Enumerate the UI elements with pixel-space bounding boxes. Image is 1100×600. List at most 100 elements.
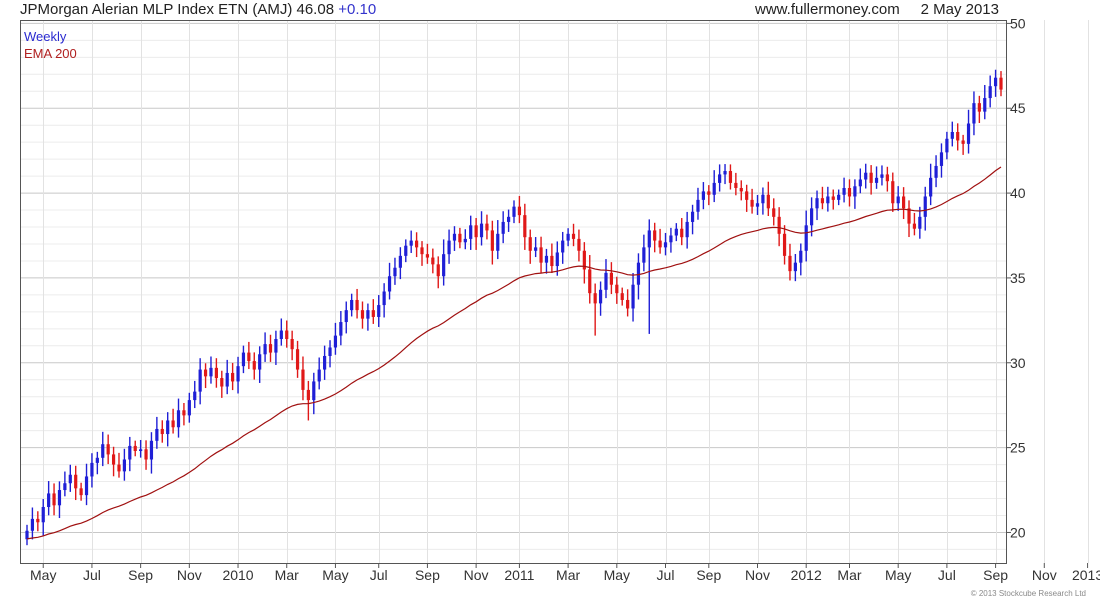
candle-body: [544, 255, 549, 263]
candle-body: [236, 366, 240, 382]
candle-body: [761, 194, 765, 204]
candle-body: [409, 240, 413, 246]
candle-body: [398, 255, 402, 268]
candle-body: [631, 284, 635, 309]
candle-body: [171, 420, 175, 428]
candle-body: [295, 349, 300, 370]
candle-body: [95, 457, 99, 463]
candle-body: [166, 420, 170, 435]
candle-body: [961, 140, 965, 144]
candle-body: [155, 428, 159, 441]
candle-body: [90, 462, 94, 477]
candle-body: [323, 355, 327, 370]
candle-body: [57, 490, 62, 506]
x-tick-label: Mar: [275, 567, 299, 583]
candle-body: [404, 245, 408, 256]
candle-body: [301, 369, 305, 390]
candle-body: [663, 242, 668, 248]
candle-body: [750, 199, 754, 207]
candle-body: [782, 233, 787, 256]
candle-body: [128, 445, 132, 460]
x-tick-label: Nov: [745, 567, 770, 583]
candle-body: [474, 225, 478, 238]
candle-body: [993, 77, 998, 87]
candle-body: [777, 216, 781, 234]
candle-body: [701, 191, 705, 200]
candle-body: [869, 172, 873, 183]
candle-body: [139, 449, 143, 452]
candle-body: [160, 428, 164, 435]
x-tick-label: Jul: [938, 567, 956, 583]
x-tick-label: Jul: [83, 567, 101, 583]
candle-body: [469, 225, 473, 239]
candle-body: [231, 372, 235, 382]
candle-body: [247, 352, 251, 362]
candle-body: [620, 293, 624, 300]
candle-body: [929, 177, 933, 197]
candle-body: [328, 347, 332, 356]
candle-body: [831, 196, 835, 200]
price-chart: 20 25 30 35 40 45 50 May Jul Sep Nov 2010 Mar May Jul…: [20, 15, 1100, 583]
candle-body: [669, 235, 673, 243]
candle-body: [285, 330, 289, 340]
candle-body: [366, 310, 370, 319]
candle-body: [187, 400, 191, 416]
candle-body: [734, 182, 738, 188]
candle-body: [333, 335, 338, 348]
candle-body: [891, 181, 895, 204]
candle-body: [626, 299, 630, 309]
candle-body: [68, 474, 72, 484]
candle-body: [561, 240, 565, 253]
candle-body: [485, 223, 489, 231]
y-tick-label: 30: [1010, 355, 1026, 371]
candle-body: [707, 191, 711, 195]
candle-body: [864, 172, 868, 180]
candle-body: [788, 255, 792, 272]
candle-body: [880, 174, 884, 178]
y-tick-label: 25: [1010, 440, 1026, 456]
x-tick-label: Sep: [128, 567, 153, 583]
x-tick-label: Nov: [177, 567, 202, 583]
candle-body: [728, 171, 733, 183]
candle-body: [593, 293, 597, 304]
candle-body: [555, 252, 559, 267]
candle-body: [74, 474, 78, 489]
candle-body: [674, 228, 678, 236]
candle-body: [566, 233, 570, 241]
candle-body: [149, 440, 154, 460]
candle-body: [52, 493, 56, 506]
candle-body: [696, 199, 700, 212]
candle-body: [420, 247, 424, 255]
candle-body: [604, 272, 608, 290]
candle-body: [745, 191, 749, 200]
candle-body: [999, 77, 1003, 90]
candle-body: [393, 267, 397, 277]
candle-body: [912, 223, 917, 229]
candle-body: [615, 284, 619, 294]
candle-body: [902, 196, 906, 209]
x-axis: May Jul Sep Nov 2010 Mar May Jul Sep Nov 2011 Mar Ma…: [30, 563, 1100, 583]
candle-body: [766, 194, 770, 209]
candle-body: [350, 299, 354, 311]
candle-body: [966, 123, 971, 144]
candle-body: [84, 476, 89, 496]
candle-body: [772, 208, 776, 217]
candle-body: [463, 238, 467, 243]
candle-body: [25, 530, 29, 540]
candle-body: [793, 262, 797, 272]
candle-body: [63, 483, 67, 491]
candle-body: [577, 238, 581, 251]
candle-body: [339, 322, 343, 336]
candle-body: [799, 250, 803, 263]
candle-body: [804, 225, 808, 251]
candle-body: [268, 344, 273, 353]
candle-body: [636, 262, 641, 285]
candle-body: [826, 196, 830, 204]
candle-body: [658, 240, 662, 248]
candle-body: [653, 230, 657, 241]
candle-body: [853, 186, 857, 197]
candle-body: [479, 223, 484, 238]
x-tick-label: Sep: [415, 567, 440, 583]
copyright-notice: © 2013 Stockcube Research Ltd: [970, 589, 1086, 598]
candle-body: [858, 179, 862, 187]
